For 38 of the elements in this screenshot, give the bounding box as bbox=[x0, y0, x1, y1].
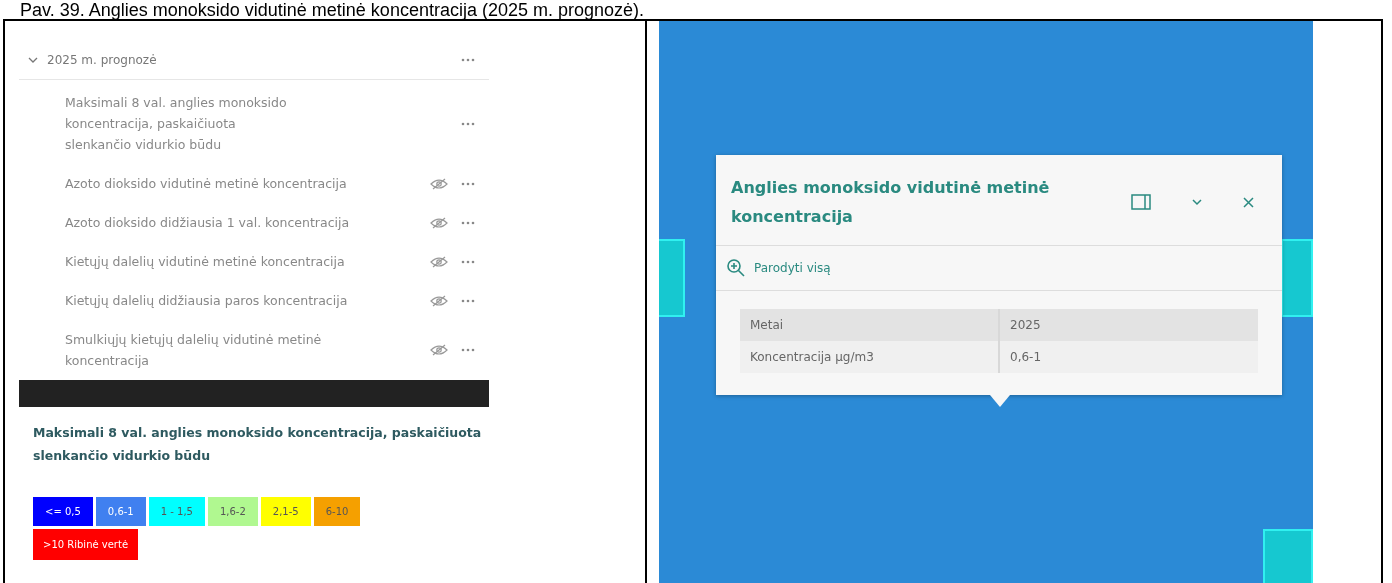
field-name-cell-text: Metai bbox=[749, 317, 785, 334]
more-options-icon[interactable] bbox=[461, 298, 475, 303]
hidden-eye-icon[interactable] bbox=[430, 255, 448, 268]
close-icon[interactable] bbox=[1243, 196, 1254, 208]
field-name-cell-text: Koncentracija µg/m3 bbox=[749, 349, 875, 366]
dock-icon[interactable] bbox=[1131, 194, 1151, 210]
layer-name[interactable]: Kietųjų dalelių didžiausia paros koncentracija bbox=[19, 290, 417, 311]
legend-swatch: 2,1-5 bbox=[260, 497, 311, 526]
map-tile bbox=[1263, 529, 1313, 583]
more-options-icon[interactable] bbox=[461, 348, 475, 352]
more-options-icon[interactable] bbox=[461, 181, 475, 186]
popup-title: Anglies monoksido vidutinė metinė koncentracija bbox=[731, 177, 1051, 228]
chevron-down-icon[interactable] bbox=[1191, 198, 1203, 206]
legend-swatch: 1,6-2 bbox=[207, 497, 258, 526]
legend-swatch: >10 Ribinė vertė bbox=[33, 529, 139, 560]
layer-name[interactable]: Kietųjų dalelių vidutinė metinė koncentracija bbox=[19, 251, 417, 272]
legend-swatch: <= 0,5 bbox=[33, 497, 93, 526]
zoom-to-link[interactable]: Parodyti visą bbox=[754, 261, 831, 275]
legend-title: Maksimali 8 val. anglies monoksido koncentracija, paskaičiuota slenkančio vidurkio būdu bbox=[32, 424, 483, 465]
legend-swatch: 6-10 bbox=[313, 497, 361, 526]
hidden-eye-icon[interactable] bbox=[430, 294, 448, 307]
layer-group-title[interactable]: 2025 m. prognozė bbox=[47, 53, 461, 67]
hidden-eye-icon[interactable] bbox=[430, 344, 448, 356]
more-options-icon[interactable] bbox=[461, 220, 475, 225]
layer-name[interactable]: Smulkiųjų kietųjų dalelių vidutinė metinė koncentracija bbox=[19, 329, 417, 371]
more-options-icon[interactable] bbox=[461, 121, 475, 126]
field-value-cell: 0,6-1 bbox=[998, 341, 1258, 373]
zoom-in-icon[interactable] bbox=[726, 258, 746, 278]
more-options-icon[interactable] bbox=[461, 58, 475, 62]
legend-swatch: 0,6-1 bbox=[95, 497, 146, 526]
layer-name[interactable]: Maksimali 8 val. anglies monoksido koncentracija, paskaičiuota slenkančio vidurkio būdu bbox=[19, 92, 417, 155]
figure-caption: Pav. 39. Anglies monoksido vidutinė metinė koncentracija (2025 m. prognozė). bbox=[19, 0, 645, 19]
layer-name[interactable]: Azoto dioksido didžiausia 1 val. koncentracija bbox=[19, 212, 417, 233]
legend-swatch: 1 - 1,5 bbox=[148, 497, 205, 526]
more-options-icon[interactable] bbox=[461, 259, 475, 264]
layer-name[interactable]: Azoto dioksido vidutinė metinė koncentracija bbox=[19, 173, 417, 194]
hidden-eye-icon[interactable] bbox=[430, 177, 448, 190]
hidden-eye-icon[interactable] bbox=[430, 216, 448, 229]
